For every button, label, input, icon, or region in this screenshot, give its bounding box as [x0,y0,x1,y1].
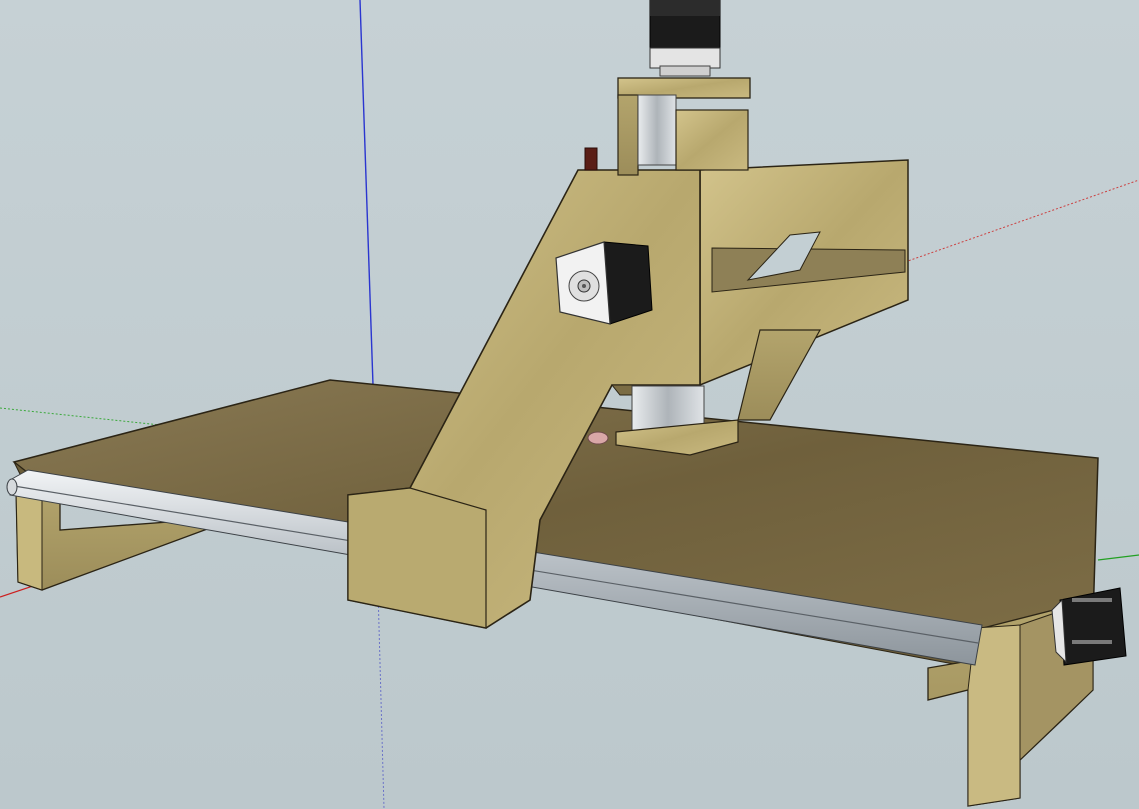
green-axis-line [1097,554,1139,561]
x-axis-stepper-motor [555,241,653,325]
y-axis-stepper-motor [1051,587,1127,666]
z-axis-stepper-motor [649,0,721,77]
cnc-router-model[interactable] [0,0,1139,809]
green-axis-dotted-line [0,407,161,426]
gantry-beam-back [699,159,909,421]
red-axis-dotted-line [904,179,1139,263]
3d-modeling-viewport[interactable] [0,0,1139,809]
blue-axis-line [359,0,374,386]
blue-axis-dotted-line [377,589,385,809]
